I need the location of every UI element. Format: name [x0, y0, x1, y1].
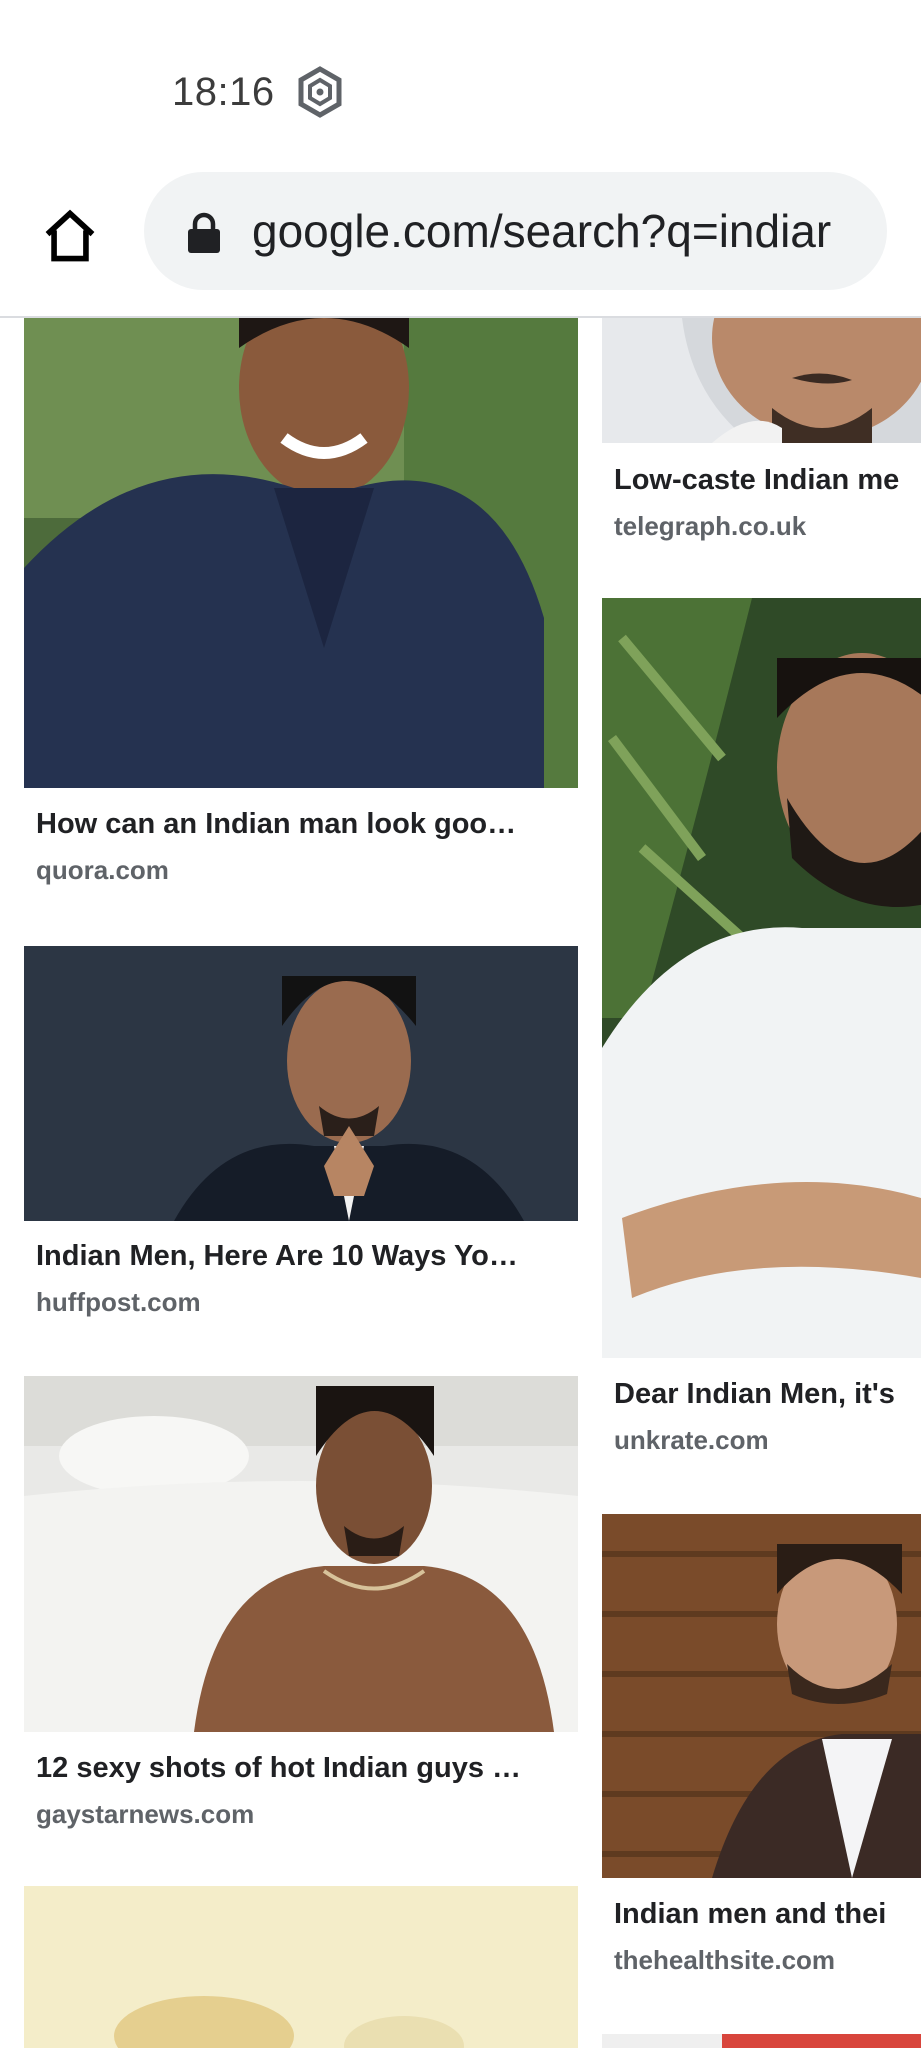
- result-thumbnail[interactable]: [602, 598, 921, 1358]
- result-thumbnail[interactable]: [24, 1886, 578, 2048]
- result-title: Indian men and thei: [614, 1898, 887, 1930]
- right-column: Low-caste Indian me telegraph.co.uk Dear…: [602, 318, 921, 2048]
- result-source: unkrate.com: [614, 1425, 769, 1455]
- result-source: huffpost.com: [36, 1287, 201, 1317]
- status-bar: 18:16: [0, 0, 921, 160]
- result-card[interactable]: Indian men and thei thehealthsite.com: [602, 1514, 921, 1975]
- result-source: gaystarnews.com: [36, 1799, 255, 1829]
- status-time: 18:16: [172, 70, 275, 114]
- address-bar[interactable]: google.com/search?q=indiar: [144, 172, 887, 290]
- result-title: Dear Indian Men, it's: [614, 1378, 895, 1410]
- result-card[interactable]: Indian Men, Here Are 10 Ways Yo… huffpos…: [24, 946, 578, 1346]
- result-source: thehealthsite.com: [614, 1945, 836, 1975]
- result-card[interactable]: 12 sexy shots of hot Indian guys … gayst…: [24, 1376, 578, 1836]
- result-thumbnail[interactable]: [24, 1376, 578, 1732]
- browser-toolbar: google.com/search?q=indiar: [0, 160, 921, 318]
- result-card[interactable]: How can an Indian man look goo… quora.co…: [24, 318, 578, 898]
- result-source: telegraph.co.uk: [614, 511, 807, 541]
- home-button[interactable]: [38, 204, 102, 268]
- result-card[interactable]: Dear Indian Men, it's unkrate.com: [602, 598, 921, 1478]
- result-card[interactable]: [602, 2034, 921, 2048]
- hexagon-settings-icon: [297, 66, 343, 118]
- lock-icon: [186, 212, 222, 254]
- result-title: Low-caste Indian me: [614, 464, 900, 496]
- result-card[interactable]: Low-caste Indian me telegraph.co.uk: [602, 318, 921, 568]
- url-text: google.com/search?q=indiar: [252, 205, 832, 257]
- result-thumbnail[interactable]: [602, 1514, 921, 1878]
- result-thumbnail[interactable]: [602, 318, 921, 443]
- result-thumbnail[interactable]: [602, 2034, 921, 2048]
- home-icon: [45, 209, 95, 262]
- result-title: How can an Indian man look goo…: [36, 808, 517, 840]
- result-title: Indian Men, Here Are 10 Ways Yo…: [36, 1240, 518, 1272]
- image-results-grid: How can an Indian man look goo… quora.co…: [0, 318, 921, 2048]
- result-thumbnail[interactable]: [24, 946, 578, 1221]
- result-title: 12 sexy shots of hot Indian guys …: [36, 1752, 522, 1784]
- result-thumbnail[interactable]: [24, 318, 578, 788]
- result-source: quora.com: [36, 855, 169, 885]
- result-card[interactable]: [24, 1886, 578, 2048]
